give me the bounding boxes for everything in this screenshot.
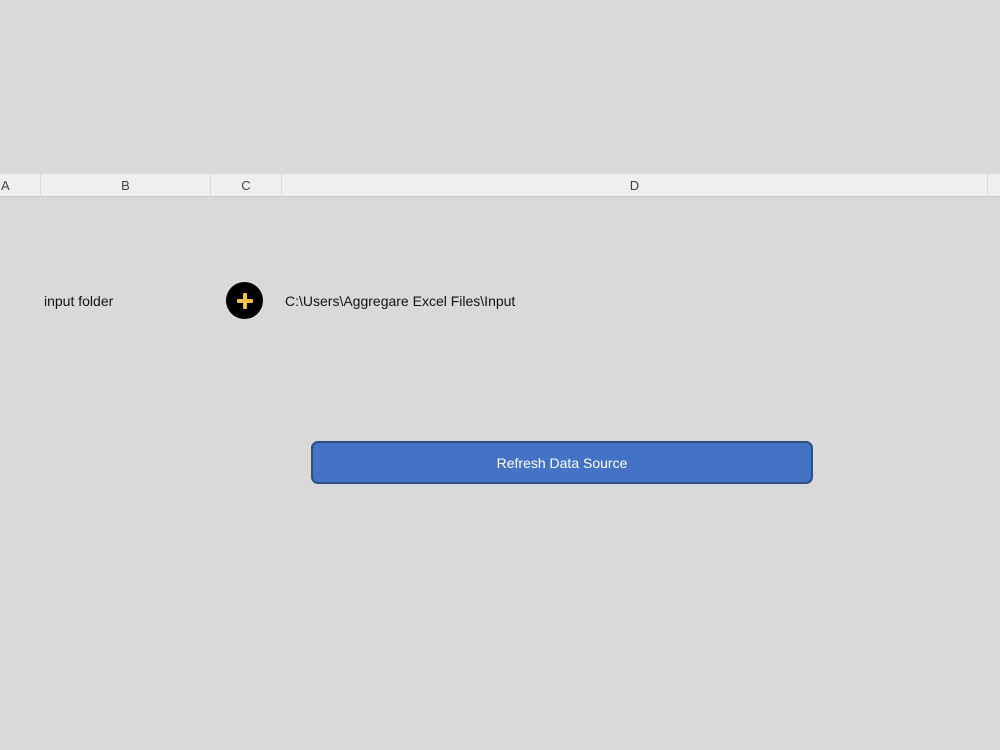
add-folder-button[interactable]: [226, 282, 263, 319]
column-header-b[interactable]: B: [41, 174, 211, 197]
column-header-a[interactable]: A: [0, 174, 41, 197]
spreadsheet: A B C D input folder C:\Users\Aggregare …: [0, 0, 1000, 750]
plus-icon: [236, 292, 253, 309]
refresh-data-source-button[interactable]: Refresh Data Source: [311, 441, 813, 484]
column-header-e[interactable]: [988, 174, 1000, 197]
column-header-c[interactable]: C: [211, 174, 282, 197]
column-header-d[interactable]: D: [282, 174, 988, 197]
column-header-bar: A B C D: [0, 174, 1000, 197]
input-folder-path[interactable]: C:\Users\Aggregare Excel Files\Input: [285, 293, 515, 309]
input-folder-label: input folder: [44, 293, 114, 309]
